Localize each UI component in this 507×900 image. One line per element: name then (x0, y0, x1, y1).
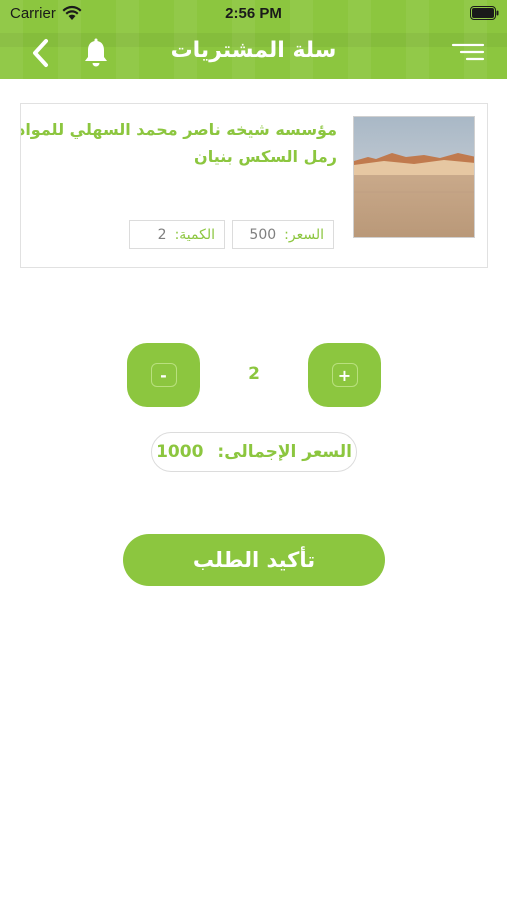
price-value: 500 (249, 226, 277, 243)
total-value: 1000 (156, 442, 204, 462)
minus-icon: - (150, 363, 177, 387)
quantity-value: 2 (157, 226, 167, 243)
increase-quantity-button[interactable]: + (308, 343, 381, 407)
battery-full-icon (470, 6, 499, 20)
total-price-badge: السعر الإجمالى: 1000 (151, 432, 357, 472)
nav-bar: سلة المشتريات (0, 28, 507, 79)
page-title: سلة المشتريات (170, 38, 337, 63)
quantity-badge: الكمية: 2 (129, 220, 225, 249)
product-image (353, 116, 475, 238)
product-photo-sand (354, 117, 474, 237)
cart-item-card[interactable]: مؤسسه شيخه ناصر محمد السهلي للمواد ا رمل… (20, 103, 488, 268)
price-badge: السعر: 500 (232, 220, 334, 249)
quantity-label: الكمية: (174, 226, 215, 243)
status-time: 2:56 PM (225, 5, 282, 22)
product-name: مؤسسه شيخه ناصر محمد السهلي للمواد ا (20, 120, 337, 139)
decrease-quantity-button[interactable]: - (127, 343, 200, 407)
plus-icon: + (331, 363, 358, 387)
chevron-left-icon[interactable] (26, 37, 56, 69)
status-bar: Carrier 2:56 PM (0, 0, 507, 28)
stepper-quantity: 2 (248, 364, 260, 384)
total-label: السعر الإجمالى: (217, 442, 352, 462)
bell-icon[interactable] (82, 37, 110, 69)
confirm-order-button[interactable]: تأكيد الطلب (123, 534, 385, 586)
price-label: السعر: (284, 226, 324, 243)
menu-icon[interactable] (451, 40, 485, 64)
app-header: Carrier 2:56 PM سلة المشتريات (0, 0, 507, 79)
product-subtitle: رمل السكس بنيان (194, 147, 337, 166)
